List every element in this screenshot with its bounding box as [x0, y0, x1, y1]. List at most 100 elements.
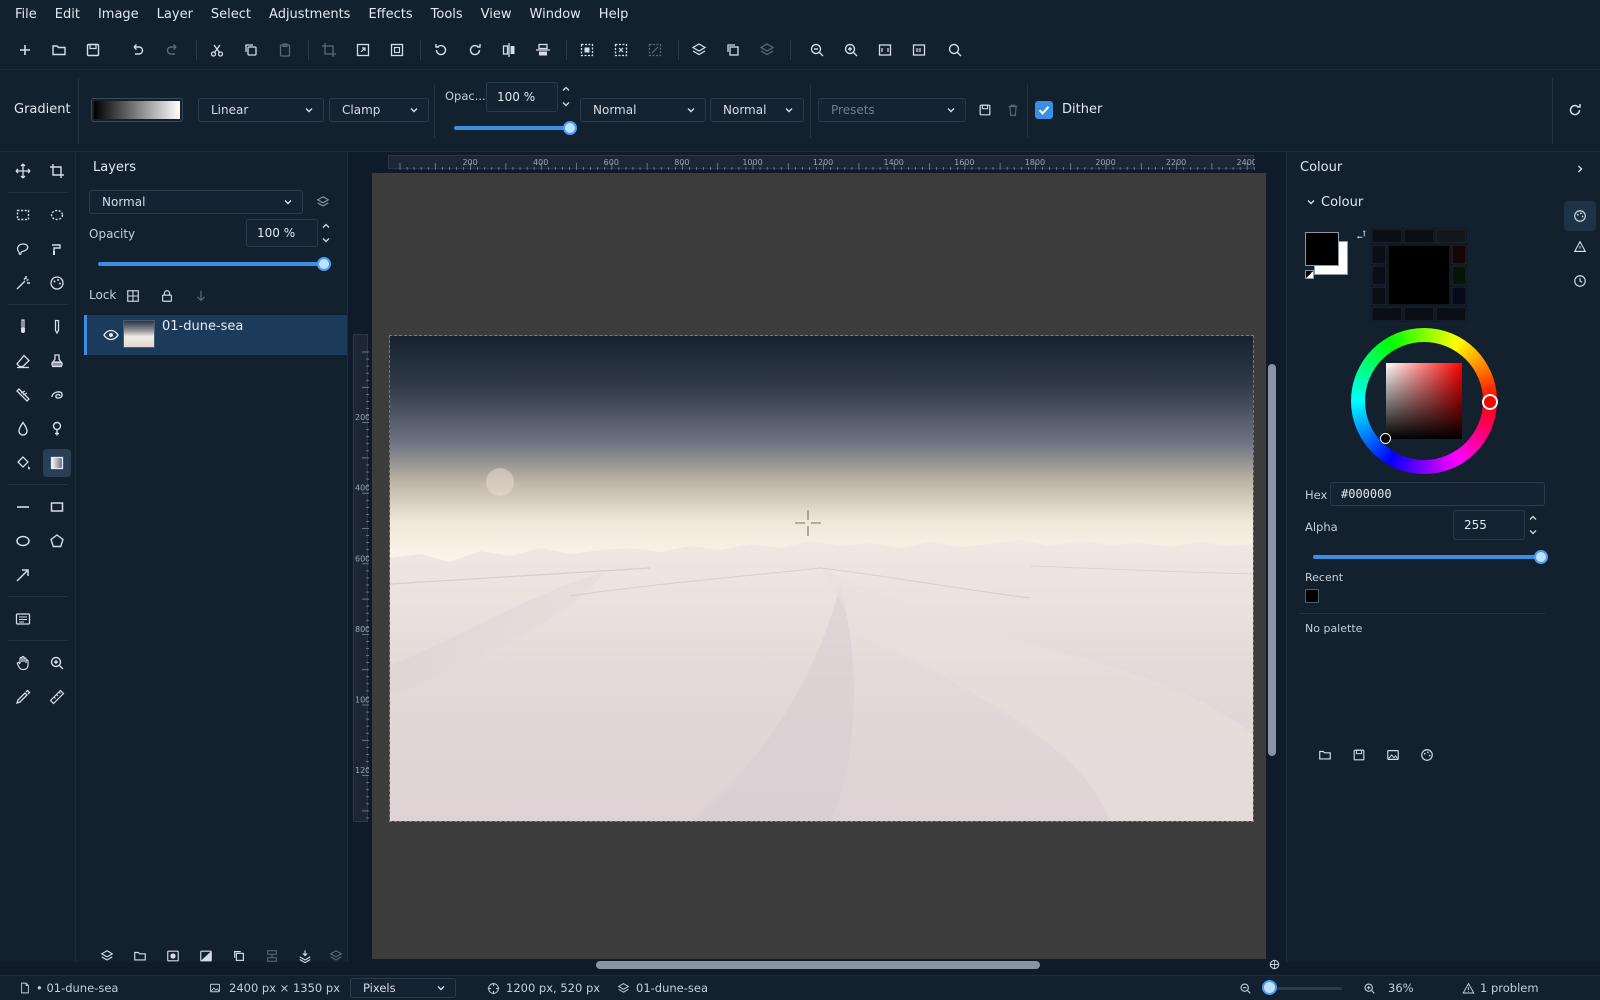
menu-select[interactable]: Select — [202, 0, 260, 30]
menu-help[interactable]: Help — [590, 0, 638, 30]
blend-mode-dropdown[interactable]: Normal — [580, 98, 706, 122]
primary-colour-swatch[interactable] — [1305, 232, 1339, 266]
spin-down-icon[interactable] — [1527, 526, 1539, 538]
eye-icon[interactable] — [102, 326, 120, 344]
new-document-icon[interactable] — [16, 41, 34, 59]
horizontal-scrollbar[interactable] — [596, 961, 1040, 969]
gradient-tool-icon[interactable] — [43, 449, 71, 477]
saturation-value-square[interactable] — [1386, 363, 1462, 439]
opacity-slider-thumb[interactable] — [563, 121, 577, 135]
repeat-mode-dropdown[interactable]: Clamp — [329, 98, 429, 122]
colour-wheel[interactable] — [1351, 328, 1498, 474]
arrow-tool-icon[interactable] — [9, 561, 37, 589]
duplicate-layer-icon[interactable] — [230, 947, 248, 965]
actual-size-icon[interactable] — [910, 41, 928, 59]
ellipse-select-icon[interactable] — [43, 201, 71, 229]
lock-icon[interactable] — [158, 287, 176, 305]
line-tool-icon[interactable] — [9, 493, 37, 521]
menu-adjustments[interactable]: Adjustments — [260, 0, 359, 30]
palette-from-image-icon[interactable] — [1384, 746, 1402, 764]
alpha-slider-thumb[interactable] — [1534, 550, 1548, 564]
menu-layer[interactable]: Layer — [148, 0, 202, 30]
alpha-slider[interactable] — [1313, 555, 1541, 559]
fill-bucket-icon[interactable] — [9, 449, 37, 477]
merge-layer-icon[interactable] — [758, 41, 776, 59]
colour-swatch-grid[interactable] — [1371, 228, 1467, 322]
flip-vertical-icon[interactable] — [534, 41, 552, 59]
status-zoom-level[interactable]: 36% — [1388, 981, 1414, 995]
layer-opacity-field[interactable]: 100 % — [246, 219, 318, 247]
search-icon[interactable] — [946, 41, 964, 59]
reset-colours-icon[interactable] — [1305, 270, 1314, 279]
presets-dropdown[interactable]: Presets — [818, 98, 966, 122]
recent-colour-swatch[interactable] — [1305, 589, 1319, 603]
smudge-tool-icon[interactable] — [9, 381, 37, 409]
save-palette-icon[interactable] — [1350, 746, 1368, 764]
zoom-tool-icon[interactable] — [43, 649, 71, 677]
add-mask-icon[interactable] — [164, 947, 182, 965]
menu-file[interactable]: File — [6, 0, 46, 30]
polygon-tool-icon[interactable] — [43, 527, 71, 555]
text-tool-icon[interactable] — [9, 605, 37, 633]
adjustments-panel-tab-icon[interactable] — [1571, 238, 1589, 256]
spin-down-icon[interactable] — [320, 234, 332, 246]
paste-icon[interactable] — [276, 41, 294, 59]
lasso-select-icon[interactable] — [9, 235, 37, 263]
menu-effects[interactable]: Effects — [359, 0, 421, 30]
colour-panel-tab-icon[interactable] — [1564, 201, 1596, 231]
zoom-slider-thumb[interactable] — [1262, 980, 1277, 995]
layer-row[interactable]: 01-dune-sea — [84, 315, 347, 355]
crop-to-selection-icon[interactable] — [320, 41, 338, 59]
rectangle-tool-icon[interactable] — [43, 493, 71, 521]
blur-tool-icon[interactable] — [9, 415, 37, 443]
alpha-input[interactable]: 255 — [1453, 510, 1525, 540]
menu-window[interactable]: Window — [521, 0, 590, 30]
document-image[interactable] — [389, 335, 1254, 822]
swap-colours-icon[interactable] — [1355, 228, 1367, 240]
resize-image-icon[interactable] — [354, 41, 372, 59]
menu-edit[interactable]: Edit — [46, 0, 89, 30]
hex-input[interactable]: #000000 — [1330, 482, 1545, 506]
add-group-icon[interactable] — [131, 947, 149, 965]
menu-image[interactable]: Image — [89, 0, 148, 30]
cut-icon[interactable] — [208, 41, 226, 59]
zoom-out-icon[interactable] — [1238, 981, 1252, 995]
open-palette-icon[interactable] — [1316, 746, 1334, 764]
flip-horizontal-icon[interactable] — [500, 41, 518, 59]
heal-tool-icon[interactable] — [43, 381, 71, 409]
chevron-down-icon[interactable] — [1305, 196, 1317, 208]
brush-select-icon[interactable] — [43, 235, 71, 263]
select-all-icon[interactable] — [578, 41, 596, 59]
save-preset-icon[interactable] — [977, 102, 993, 118]
redo-icon[interactable] — [164, 41, 182, 59]
add-layer-icon[interactable] — [690, 41, 708, 59]
navigator-icon[interactable] — [1268, 958, 1280, 970]
resize-canvas-icon[interactable] — [388, 41, 406, 59]
vertical-scrollbar[interactable] — [1268, 364, 1276, 756]
fit-window-icon[interactable] — [876, 41, 894, 59]
deselect-icon[interactable] — [612, 41, 630, 59]
eraser-tool-icon[interactable] — [9, 347, 37, 375]
flatten-icon[interactable] — [296, 947, 314, 965]
alpha-blend-dropdown[interactable]: Normal — [710, 98, 804, 122]
opacity-field[interactable]: 100 % — [486, 82, 558, 112]
gradient-preview-swatch[interactable] — [91, 98, 183, 122]
zoom-out-icon[interactable] — [808, 41, 826, 59]
lock-position-icon[interactable] — [192, 287, 210, 305]
spin-up-icon[interactable] — [560, 83, 572, 95]
copy-icon[interactable] — [242, 41, 260, 59]
menu-tools[interactable]: Tools — [422, 0, 472, 30]
rotate-right-icon[interactable] — [466, 41, 484, 59]
merge-down-icon[interactable] — [263, 947, 281, 965]
open-folder-icon[interactable] — [50, 41, 68, 59]
measure-tool-icon[interactable] — [43, 683, 71, 711]
layer-opacity-slider[interactable] — [98, 262, 324, 266]
layer-properties-icon[interactable] — [314, 193, 332, 211]
color-picker-icon[interactable] — [9, 683, 37, 711]
layer-blend-mode-dropdown[interactable]: Normal — [89, 190, 303, 214]
spin-up-icon[interactable] — [1527, 512, 1539, 524]
spin-up-icon[interactable] — [320, 220, 332, 232]
rotate-left-icon[interactable] — [432, 41, 450, 59]
move-tool-icon[interactable] — [9, 157, 37, 185]
add-layer-icon[interactable] — [98, 947, 116, 965]
